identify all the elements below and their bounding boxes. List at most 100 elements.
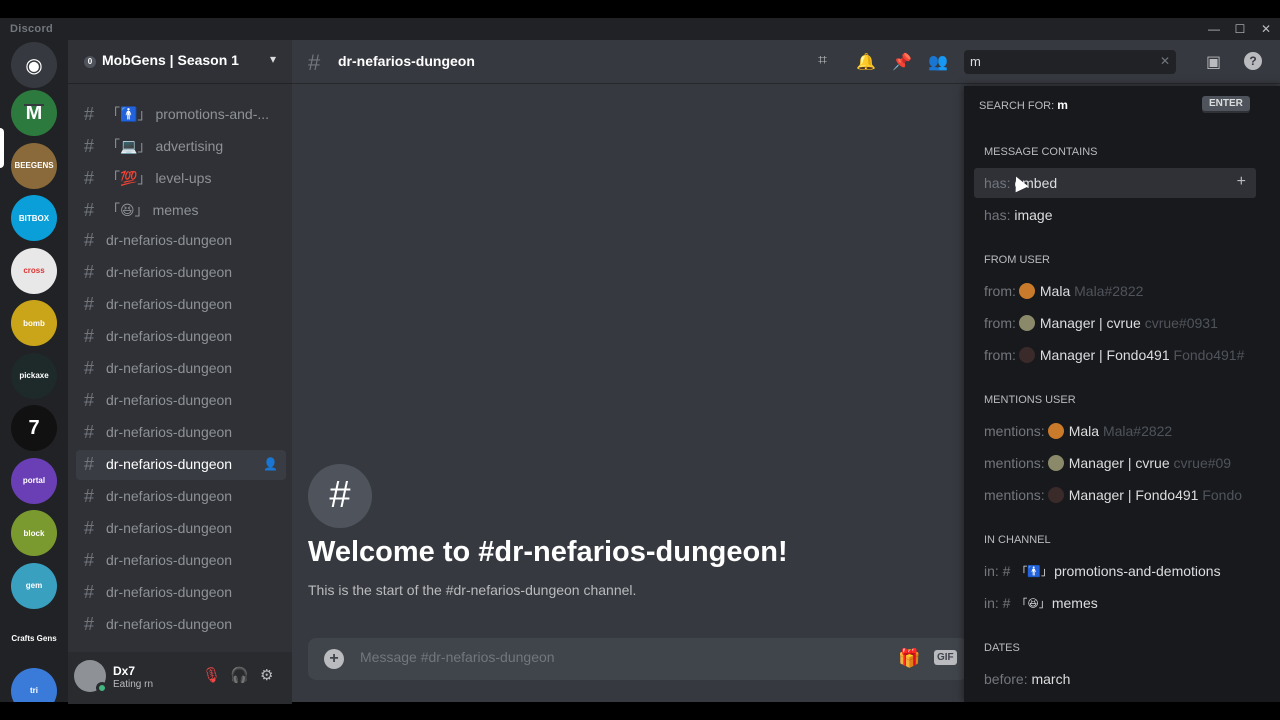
channel-emoji-prefix: 「😆」 <box>106 202 149 218</box>
chevron-down-icon[interactable]: ▾ <box>270 52 276 66</box>
gear-icon[interactable]: ⚙ <box>260 666 273 684</box>
filter-key: from: <box>984 315 1016 331</box>
search-option-from[interactable]: from: Manager | cvrue cvrue#0931 <box>974 308 1256 338</box>
help-icon[interactable]: ? <box>1244 52 1262 70</box>
server-icon-crafts-gens[interactable]: Crafts Gens <box>11 615 57 661</box>
search-option-mentions[interactable]: mentions: Mala Mala#2822 <box>974 416 1256 446</box>
channel-list: # 「🚹」 promotions-and-... # 「💻」 advertising # 「💯… <box>76 98 286 642</box>
channel-name: dr-nefarios-dungeon <box>106 328 233 344</box>
channel-hash-icon: # <box>84 486 95 506</box>
user-name: Manager | cvrue <box>1068 455 1174 471</box>
channel-item[interactable]: # dr-nefarios-dungeon <box>76 290 286 320</box>
minimize-icon[interactable]: — <box>1206 21 1222 37</box>
channel-item[interactable]: # 「😆」 memes <box>76 194 286 224</box>
filter-key: in: # <box>984 595 1015 611</box>
search-option-in[interactable]: in: # 「😆」 memes <box>974 588 1256 618</box>
channel-item[interactable]: # dr-nefarios-dungeon 👤 <box>76 450 286 480</box>
username: Dx7 <box>113 664 136 678</box>
channel-name: advertising <box>155 138 224 154</box>
enter-key-badge[interactable]: ENTER <box>1202 96 1250 111</box>
channel-item[interactable]: # dr-nefarios-dungeon <box>76 546 286 576</box>
avatar[interactable] <box>74 660 108 694</box>
gif-button[interactable]: GIF <box>934 650 957 665</box>
channel-item[interactable]: # dr-nefarios-dungeon <box>76 258 286 288</box>
close-icon[interactable]: ✕ <box>1258 21 1274 37</box>
channel-item[interactable]: # 「💻」 advertising <box>76 130 286 160</box>
mute-microphone-icon[interactable]: 🎙 <box>202 666 221 684</box>
channel-hash-icon: # <box>84 104 95 124</box>
section-heading-from_user: FROM USER <box>984 254 1050 266</box>
channel-hash-icon: # <box>84 614 95 634</box>
search-option-has[interactable]: has: image <box>974 200 1256 230</box>
search-option-mentions[interactable]: mentions: Manager | cvrue cvrue#09 <box>974 448 1256 478</box>
server-icon-tri[interactable]: tri <box>11 667 57 702</box>
search-option-mentions[interactable]: mentions: Manager | Fondo491 Fondo <box>974 480 1256 510</box>
invite-member-icon[interactable]: 👤 <box>263 457 278 471</box>
member-list-icon[interactable]: 👥 <box>928 52 948 72</box>
search-option-date[interactable]: before: march <box>974 664 1256 694</box>
channel-item[interactable]: # dr-nefarios-dungeon <box>76 354 286 384</box>
filter-key: from: <box>984 283 1016 299</box>
threads-icon[interactable]: ⌗ <box>818 52 827 70</box>
channel-item[interactable]: # dr-nefarios-dungeon <box>76 386 286 416</box>
server-icon-cross[interactable]: cross <box>11 247 57 294</box>
search-input[interactable] <box>970 54 1150 69</box>
user-name: Manager | Fondo491 <box>1068 487 1203 503</box>
channel-hash-icon: # <box>84 390 95 410</box>
server-icon-7[interactable]: 7 <box>11 405 57 451</box>
channel-hash-icon: # <box>84 136 95 156</box>
add-attachment-icon[interactable]: + <box>324 649 344 669</box>
search-option-from[interactable]: from: Manager | Fondo491 Fondo491# <box>974 340 1256 370</box>
headphones-icon[interactable]: 🎧 <box>230 666 249 684</box>
message-input[interactable] <box>360 649 840 665</box>
title-bar: Discord — ☐ ✕ <box>0 18 1280 40</box>
channel-name: dr-nefarios-dungeon <box>106 360 233 376</box>
channel-hash-icon: # <box>308 50 321 75</box>
channel-item[interactable]: # 「💯」 level-ups <box>76 162 286 192</box>
user-avatar <box>1047 423 1064 439</box>
channel-item[interactable]: # dr-nefarios-dungeon <box>76 226 286 256</box>
server-icon-portal[interactable]: portal <box>11 457 57 504</box>
user-tag: cvrue#09 <box>1173 455 1232 471</box>
welcome-subtitle: This is the start of the #dr-nefarios-du… <box>308 582 637 598</box>
server-badge: 0 <box>84 56 96 68</box>
channel-item[interactable]: # dr-nefarios-dungeon <box>76 578 286 608</box>
channel-item[interactable]: # dr-nefarios-dungeon <box>76 418 286 448</box>
channel-sidebar: 0 MobGens | Season 1 ▾ # 「🚹」 promotions-and… <box>68 40 292 704</box>
user-name: Manager | Fondo491 <box>1039 347 1174 363</box>
server-icon-beegens[interactable]: BEEGENS <box>11 142 57 189</box>
user-tag: Fondo491# <box>1173 347 1245 363</box>
search-option-from[interactable]: from: Mala Mala#2822 <box>974 276 1256 306</box>
maximize-icon[interactable]: ☐ <box>1232 21 1248 37</box>
server-icon-gem[interactable]: gem <box>11 562 57 609</box>
filter-key: from: <box>984 347 1016 363</box>
search-box[interactable]: ✕ <box>964 50 1176 74</box>
discord-logo-icon[interactable]: ◉ <box>11 42 57 88</box>
plus-icon[interactable]: + <box>1237 173 1246 191</box>
server-icon-m[interactable]: M <box>11 90 57 136</box>
channel-item[interactable]: # dr-nefarios-dungeon <box>76 482 286 512</box>
server-icon-bomb[interactable]: bomb <box>11 300 57 346</box>
search-option-in[interactable]: in: # 「🚹」 promotions-and-demotions <box>974 556 1256 586</box>
gift-icon[interactable]: 🎁 <box>898 648 920 669</box>
welcome-title: Welcome to #dr-nefarios-dungeon! <box>308 536 788 568</box>
channel-item[interactable]: # dr-nefarios-dungeon <box>76 610 286 640</box>
server-icon-block[interactable]: block <box>11 510 57 556</box>
inbox-icon[interactable]: ▣ <box>1206 52 1221 72</box>
filter-key: mentions: <box>984 455 1045 471</box>
channel-item[interactable]: # dr-nefarios-dungeon <box>76 322 286 352</box>
search-for-text: SEARCH FOR: <box>979 100 1055 112</box>
server-header[interactable]: 0 MobGens | Season 1 ▾ <box>68 40 292 84</box>
channel-item[interactable]: # 「🚹」 promotions-and-... <box>76 98 286 128</box>
pin-icon[interactable]: 📌 <box>892 52 912 72</box>
channel-hash-icon: # <box>84 582 95 602</box>
channel-item[interactable]: # dr-nefarios-dungeon <box>76 514 286 544</box>
server-icon-pickaxe[interactable]: pickaxe <box>11 352 57 399</box>
bell-icon[interactable]: 🔔 <box>856 52 876 72</box>
channel-hash-icon: # <box>84 422 95 442</box>
message-composer: + 🎁 GIF <box>308 638 968 680</box>
server-icon-bitbox[interactable]: BITBOX <box>11 195 57 241</box>
channel-name: dr-nefarios-dungeon <box>106 424 233 440</box>
clear-search-icon[interactable]: ✕ <box>1160 54 1170 68</box>
filter-key: has: <box>984 207 1015 223</box>
